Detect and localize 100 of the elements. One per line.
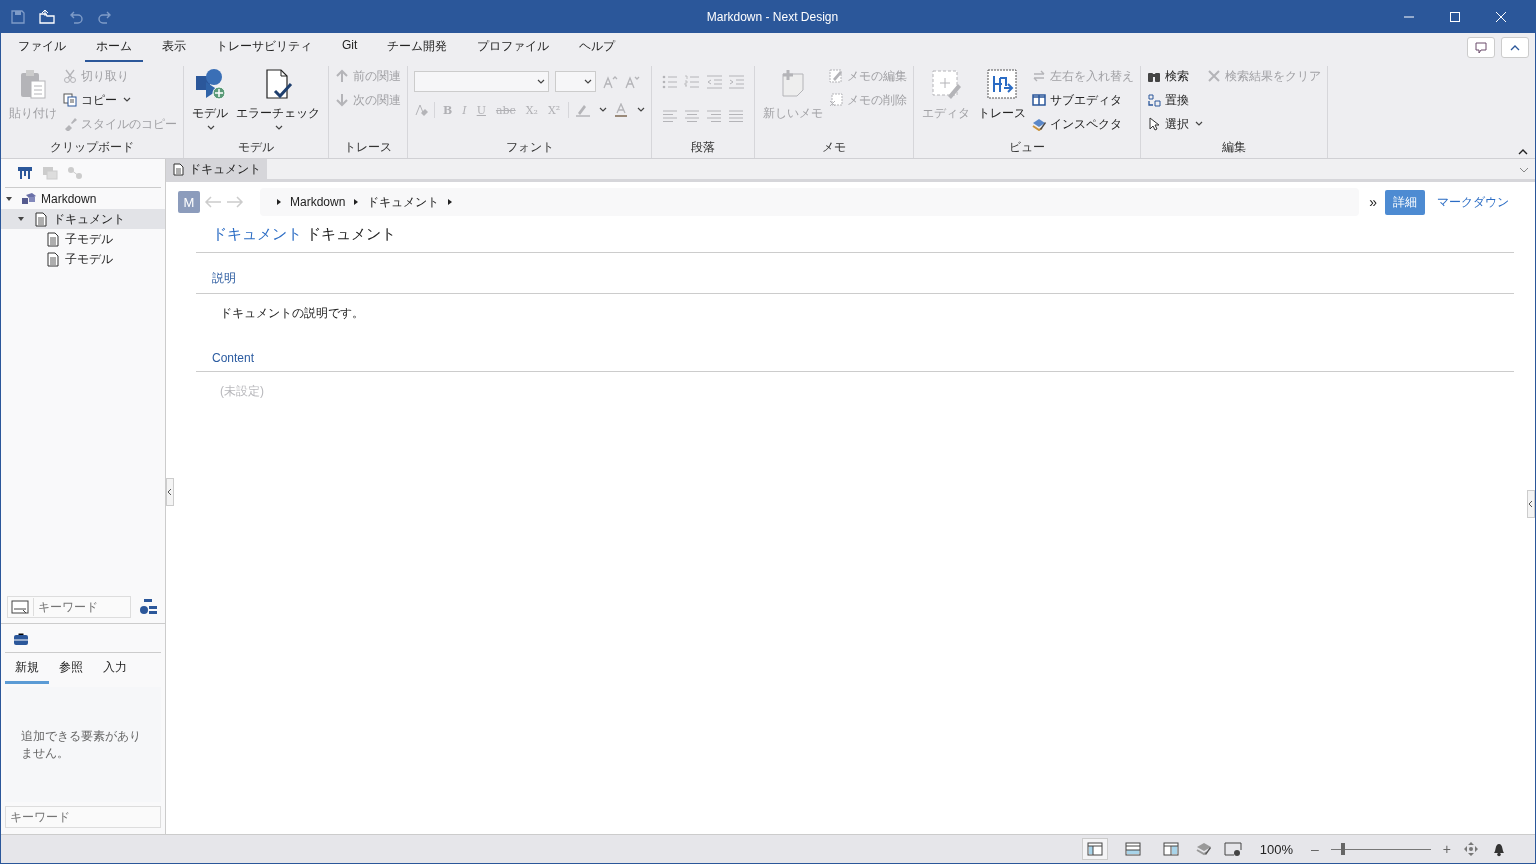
tree-item[interactable]: ドキュメント (1, 209, 165, 229)
title-name: ドキュメント (306, 225, 396, 242)
ribbon-tab[interactable]: プロファイル (466, 32, 561, 63)
editor-icon (930, 68, 963, 100)
caret-icon (537, 78, 545, 85)
ribbon-tab[interactable]: チーム開発 (376, 32, 459, 63)
collapse-ribbon-button[interactable] (1501, 37, 1529, 58)
move-icon[interactable] (1463, 841, 1479, 857)
chevron-up-icon (1509, 43, 1521, 52)
bell-icon[interactable] (1491, 841, 1507, 857)
highlight-icon (575, 103, 592, 117)
document-tab[interactable]: ドキュメント (166, 159, 267, 179)
document-icon (45, 231, 61, 247)
view-button[interactable]: 詳細 (1385, 189, 1425, 215)
caret-icon (584, 78, 592, 85)
document-icon (45, 251, 61, 267)
breadcrumb-arrow-icon[interactable] (276, 198, 282, 206)
replace-icon (1147, 93, 1162, 107)
zoom-level: 100% (1259, 841, 1293, 857)
close-icon[interactable] (1495, 10, 1507, 23)
ribbon-tab[interactable]: ファイル (7, 32, 77, 63)
expanded-arrow-icon[interactable] (5, 195, 13, 203)
brush-icon (63, 117, 77, 131)
ribbon-button[interactable]: コピー (63, 90, 177, 110)
ribbon-button[interactable]: 検索 (1147, 66, 1204, 86)
field-label: 説明 (196, 253, 1514, 294)
shapes-icon (194, 68, 226, 100)
ribbon-button[interactable]: 選択 (1147, 114, 1204, 134)
toolbox-icon[interactable] (13, 632, 29, 646)
zoom-out-button[interactable]: – (1311, 841, 1319, 857)
search-field[interactable]: キーワード (7, 596, 131, 618)
layout-bottom-icon (1124, 842, 1141, 856)
group-label: クリップボード (49, 140, 135, 156)
ribbon-button[interactable]: サブエディタ (1032, 90, 1135, 110)
ribbon-button[interactable]: トレース (976, 66, 1029, 124)
inspector-icon (1032, 117, 1047, 131)
zoom-in-button[interactable]: + (1442, 841, 1451, 857)
tab[interactable]: 新規 (5, 656, 49, 684)
hierarchy-icon[interactable] (17, 166, 33, 180)
group-label: メモ (821, 140, 848, 156)
breadcrumb-link[interactable]: Markdown (290, 195, 346, 209)
field-label: Content (196, 334, 1514, 372)
save-icon[interactable] (10, 8, 26, 25)
eraser-icon (414, 103, 428, 117)
note-delete-icon (829, 93, 844, 107)
slider-thumb[interactable] (1340, 843, 1345, 855)
maximize-icon[interactable] (1449, 10, 1461, 23)
ribbon-tab[interactable]: ヘルプ (568, 32, 627, 63)
document-icon (33, 211, 49, 227)
group-label: ビュー (1008, 140, 1047, 156)
tab[interactable]: 入力 (93, 656, 137, 684)
font-size-field[interactable] (555, 71, 596, 92)
speech-bubble-icon (1474, 40, 1488, 55)
pointer-icon (1147, 117, 1162, 131)
view-button[interactable]: マークダウン (1429, 189, 1517, 215)
inspector-icon[interactable] (1195, 841, 1212, 857)
breadcrumb-arrow-icon[interactable] (353, 198, 360, 206)
empty-message: 追加できる要素がありません。 (20, 727, 142, 762)
window-settings-icon[interactable] (1223, 841, 1242, 857)
font-name-field[interactable] (414, 71, 549, 92)
layout-button[interactable] (1081, 838, 1108, 860)
tree-item[interactable]: 子モデル (1, 249, 165, 269)
model-avatar: M (178, 191, 200, 213)
font-color-icon (613, 103, 630, 117)
text-field-icon (11, 600, 29, 614)
split-view-icon (1032, 93, 1047, 107)
overflow-button[interactable]: » (1369, 194, 1377, 210)
ribbon-tab[interactable]: Git (331, 32, 369, 63)
scissors-icon (63, 69, 77, 83)
shrink-font-icon (624, 74, 640, 89)
properties-icon[interactable] (139, 598, 157, 616)
ribbon-tab[interactable]: 表示 (151, 32, 197, 63)
group-label: フォント (504, 140, 555, 156)
tree-item[interactable]: 子モデル (1, 229, 165, 249)
document-icon (172, 162, 184, 176)
breadcrumb-arrow-icon[interactable] (447, 198, 454, 206)
collapse-handle-icon[interactable] (1527, 490, 1535, 518)
search-field[interactable]: キーワード (5, 806, 161, 828)
feedback-button[interactable] (1467, 37, 1495, 58)
note-edit-icon (829, 69, 844, 83)
expanded-arrow-icon[interactable] (17, 215, 25, 223)
breadcrumb-link[interactable]: ドキュメント (367, 193, 440, 211)
ribbon-button[interactable]: 置換 (1147, 90, 1204, 110)
down-arrow-icon (335, 93, 349, 107)
tree-item[interactable]: Markdown (1, 189, 165, 209)
ribbon-button[interactable]: インスペクタ (1032, 114, 1135, 134)
group-label: 段落 (690, 140, 717, 156)
collapse-handle-icon[interactable] (166, 478, 174, 506)
window-title: Markdown - Next Design (705, 9, 840, 24)
tab[interactable]: 参照 (49, 656, 93, 684)
ribbon-button[interactable]: エラーチェック (234, 66, 322, 133)
chevron-up-icon[interactable] (1517, 147, 1529, 155)
field-value: (未設定) (219, 383, 265, 400)
caret-icon (599, 107, 608, 113)
ribbon-tab[interactable]: トレーサビリティ (205, 32, 323, 63)
open-project-icon[interactable] (39, 8, 55, 25)
up-arrow-icon (335, 69, 349, 83)
chevron-down-icon[interactable] (1519, 167, 1529, 173)
blocks-icon (21, 191, 37, 207)
ribbon-button[interactable]: モデル (190, 66, 230, 133)
